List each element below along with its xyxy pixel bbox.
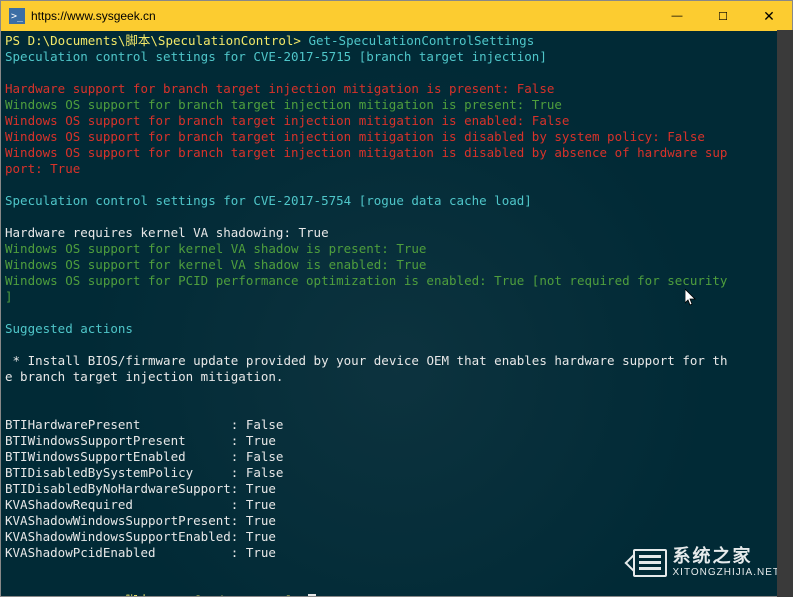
cursor	[308, 594, 316, 596]
suggested-actions-header: Suggested actions	[5, 321, 788, 337]
result-row: BTIHardwarePresent : False	[5, 417, 788, 433]
output-line: Windows OS support for branch target inj…	[5, 129, 788, 145]
window-controls: — ☐ ✕	[654, 1, 792, 31]
output-line: Windows OS support for branch target inj…	[5, 145, 788, 161]
terminal-output[interactable]: PS D:\Documents\脚本\SpeculationControl> G…	[1, 31, 792, 596]
output-line: ]	[5, 289, 788, 305]
result-row: BTIDisabledByNoHardwareSupport: True	[5, 481, 788, 497]
maximize-button[interactable]: ☐	[700, 1, 746, 31]
result-row: BTIWindowsSupportEnabled : False	[5, 449, 788, 465]
output-line: port: True	[5, 161, 788, 177]
section-header: Speculation control settings for CVE-201…	[5, 49, 788, 65]
section-header: Speculation control settings for CVE-201…	[5, 193, 788, 209]
results-table: BTIHardwarePresent : FalseBTIWindowsSupp…	[5, 417, 788, 561]
action-line: * Install BIOS/firmware update provided …	[5, 353, 788, 369]
output-line: Windows OS support for branch target inj…	[5, 97, 788, 113]
watermark-icon	[633, 549, 667, 577]
command-text: Get-SpeculationControlSettings	[308, 33, 534, 48]
window-title: https://www.sysgeek.cn	[31, 9, 654, 23]
result-row: KVAShadowWindowsSupportPresent: True	[5, 513, 788, 529]
watermark-cn: 系统之家	[673, 547, 781, 567]
scrollbar[interactable]	[777, 30, 793, 597]
result-row: KVAShadowRequired : True	[5, 497, 788, 513]
output-line: Hardware support for branch target injec…	[5, 81, 788, 97]
output-line: Windows OS support for kernel VA shadow …	[5, 241, 788, 257]
prompt-path: PS D:\Documents\脚本\SpeculationControl>	[5, 33, 308, 48]
powershell-window: >_ https://www.sysgeek.cn — ☐ ✕ PS D:\Do…	[0, 0, 793, 597]
action-line: e branch target injection mitigation.	[5, 369, 788, 385]
titlebar[interactable]: >_ https://www.sysgeek.cn — ☐ ✕	[1, 1, 792, 31]
output-line: Hardware requires kernel VA shadowing: T…	[5, 225, 788, 241]
result-row: KVAShadowWindowsSupportEnabled: True	[5, 529, 788, 545]
result-row: BTIDisabledBySystemPolicy : False	[5, 465, 788, 481]
scrollbar-thumb[interactable]	[777, 30, 793, 597]
powershell-icon: >_	[9, 8, 25, 24]
result-row: BTIWindowsSupportPresent : True	[5, 433, 788, 449]
watermark-url: XITONGZHIJIA.NET	[673, 567, 781, 578]
watermark: 系统之家 XITONGZHIJIA.NET	[633, 547, 781, 578]
output-line: Windows OS support for PCID performance …	[5, 273, 788, 289]
output-line: Windows OS support for kernel VA shadow …	[5, 257, 788, 273]
output-line: Windows OS support for branch target inj…	[5, 113, 788, 129]
prompt-path: PS D:\Documents\脚本\SpeculationControl>	[5, 593, 308, 596]
minimize-button[interactable]: —	[654, 1, 700, 31]
close-button[interactable]: ✕	[746, 1, 792, 31]
